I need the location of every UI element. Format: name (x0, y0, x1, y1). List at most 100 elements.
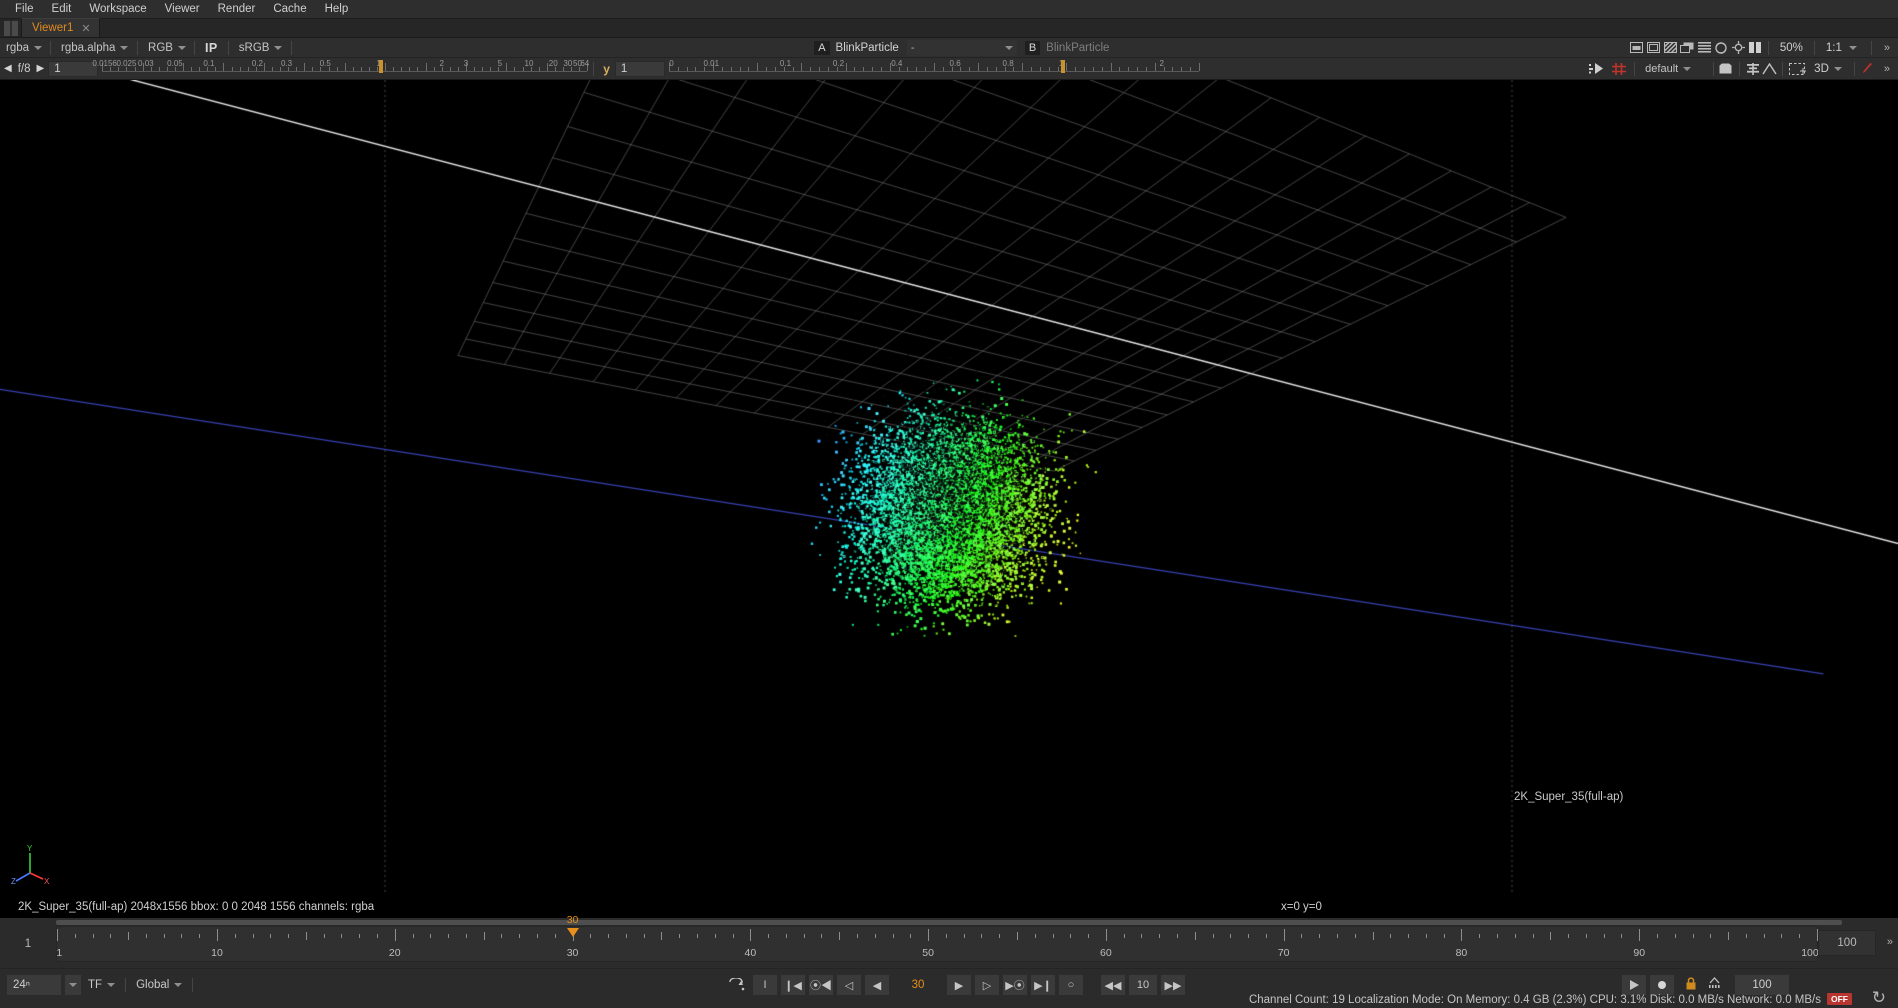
channel-dropdown[interactable]: rgba.alpha (55, 40, 133, 56)
chevrons-down-icon[interactable]: » (1887, 936, 1893, 948)
svg-text:X: X (44, 877, 50, 885)
sync-frames-icon[interactable] (1608, 61, 1630, 76)
timeline-start-frame[interactable]: 1 (0, 926, 56, 962)
timeline-tick (679, 934, 680, 938)
chevrons-down-icon[interactable]: » (1876, 42, 1898, 54)
clipping-target-icon[interactable] (1730, 40, 1747, 55)
fps-input[interactable]: 24ⁿ (6, 974, 62, 996)
skip-amount-field[interactable]: 10 (1128, 974, 1158, 996)
prev-frame-button[interactable]: ◁ (836, 974, 862, 996)
format-box-icon[interactable] (1645, 40, 1662, 55)
timeline-tick (164, 934, 165, 938)
divider (593, 62, 594, 76)
render-mode-value[interactable]: 3D (1809, 63, 1834, 75)
pen-tool-icon[interactable] (1859, 61, 1876, 76)
gamma-slider[interactable]: 00.010.10.20.40.60.812 (669, 59, 1199, 79)
tab-viewer1[interactable]: Viewer1 ✕ (21, 18, 100, 37)
overlay-window-icon[interactable] (1679, 40, 1696, 55)
zoom-level[interactable]: 50% (1773, 42, 1810, 54)
timeline-tick (1444, 934, 1445, 938)
menu-item-edit[interactable]: Edit (43, 0, 81, 18)
loop-playback-icon[interactable] (722, 974, 750, 996)
status-badge[interactable]: OFF (1827, 993, 1852, 1005)
current-frame-field[interactable]: 30 (892, 979, 944, 991)
reload-icon[interactable]: ↻ (1872, 988, 1886, 1008)
playback-out-field[interactable]: 100 (1734, 974, 1790, 996)
play-forward-button[interactable]: ▶ (946, 974, 972, 996)
slider-handle[interactable] (1061, 60, 1065, 73)
cursor-readout: x=0 y=0 (1281, 901, 1322, 913)
lock-icon[interactable] (1685, 977, 1697, 993)
menu-item-viewer[interactable]: Viewer (156, 0, 209, 18)
timeline-end-frame[interactable]: 100 (1818, 930, 1876, 956)
zoom-ratio[interactable]: 1:1 (1819, 42, 1849, 54)
gpu-card-icon[interactable] (1718, 61, 1735, 76)
refresh-cycle-icon[interactable] (1713, 40, 1730, 55)
menu-item-file[interactable]: File (6, 0, 43, 18)
particle-cube-render[interactable] (0, 80, 1898, 895)
menu-item-help[interactable]: Help (316, 0, 358, 18)
gain-slider[interactable]: 0.01560.0250.030.050.10.20.30.5123510203… (102, 59, 587, 79)
downrez-icon[interactable] (1744, 61, 1761, 76)
close-icon[interactable]: ✕ (81, 22, 90, 35)
gain-next-button[interactable]: ▶ (33, 63, 49, 74)
roi-marquee-icon[interactable] (1787, 61, 1809, 76)
full-res-icon[interactable] (1707, 976, 1722, 994)
colorspace-dropdown[interactable]: sRGB (233, 40, 287, 56)
in-point-button[interactable]: I (752, 974, 778, 996)
chevron-down-icon (1683, 67, 1691, 71)
colorspace-value: sRGB (239, 42, 270, 54)
display-channels-dropdown[interactable]: RGB (142, 40, 190, 56)
timeline-label: 10 (211, 947, 223, 959)
timeline-tick (57, 929, 58, 941)
viewer-process-dropdown[interactable]: default (1639, 61, 1709, 77)
curve-icon[interactable] (1761, 61, 1778, 76)
prev-keyframe-button[interactable]: ⦿◀ (808, 974, 834, 996)
viewer-layout-icon[interactable] (1586, 61, 1608, 76)
chevron-down-icon[interactable] (1834, 67, 1842, 71)
first-frame-button[interactable]: ❙◀ (780, 974, 806, 996)
timeline-ruler[interactable]: 110203040506070809010030 (56, 926, 1818, 962)
gamma-input[interactable]: 1 (615, 61, 665, 77)
timeline-tick (501, 934, 502, 938)
timeline-tick (1764, 934, 1765, 938)
play-backwards-button[interactable]: ◀ (864, 974, 890, 996)
skip-back-button[interactable]: ◀◀ (1100, 974, 1126, 996)
preview-play-icon[interactable] (1621, 974, 1647, 996)
divider (1814, 41, 1815, 55)
sync-mode-dropdown[interactable]: Global (132, 979, 186, 991)
divider (1782, 62, 1783, 76)
stop-button[interactable]: ○ (1058, 974, 1084, 996)
menu-item-workspace[interactable]: Workspace (80, 0, 155, 18)
proxy-mode-icon[interactable] (1628, 40, 1645, 55)
roi-diagonal-icon[interactable] (1662, 40, 1679, 55)
panel-grip-icon[interactable] (4, 21, 18, 36)
chevrons-down-icon[interactable]: » (1876, 63, 1898, 75)
record-icon[interactable] (1649, 974, 1675, 996)
timeline-scrollbar[interactable] (56, 920, 1842, 925)
hamburger-lines-icon[interactable] (1696, 40, 1713, 55)
chevron-down-icon[interactable] (1849, 46, 1857, 50)
viewer-canvas[interactable]: 2K_Super_35(full-ap) Y Z X (0, 80, 1898, 895)
ip-toggle-button[interactable]: IP (199, 41, 224, 55)
gain-input[interactable]: 1 (48, 61, 98, 77)
menu-item-cache[interactable]: Cache (264, 0, 315, 18)
gain-prev-button[interactable]: ◀ (0, 63, 16, 74)
last-frame-button[interactable]: ▶❙ (1030, 974, 1056, 996)
menu-item-render[interactable]: Render (209, 0, 265, 18)
next-keyframe-button[interactable]: ▶⦿ (1002, 974, 1028, 996)
compare-operation-dropdown[interactable]: - (907, 40, 1017, 56)
timecode-mode-dropdown[interactable]: TF (84, 979, 119, 991)
timeline-tick (1497, 934, 1498, 938)
skip-forward-button[interactable]: ▶▶ (1160, 974, 1186, 996)
fps-dropdown[interactable] (64, 974, 82, 996)
chevron-down-icon (107, 983, 115, 987)
wipe-split-icon[interactable] (1747, 40, 1764, 55)
channel-set-dropdown[interactable]: rgba (0, 40, 46, 56)
slider-tick-label: 64 (580, 59, 589, 68)
next-frame-button[interactable]: ▷ (974, 974, 1000, 996)
slider-handle[interactable] (379, 60, 383, 73)
input-a-selector[interactable]: A BlinkParticle (814, 41, 899, 55)
chevron-down-icon (69, 983, 77, 987)
input-b-selector[interactable]: B BlinkParticle (1025, 41, 1110, 55)
